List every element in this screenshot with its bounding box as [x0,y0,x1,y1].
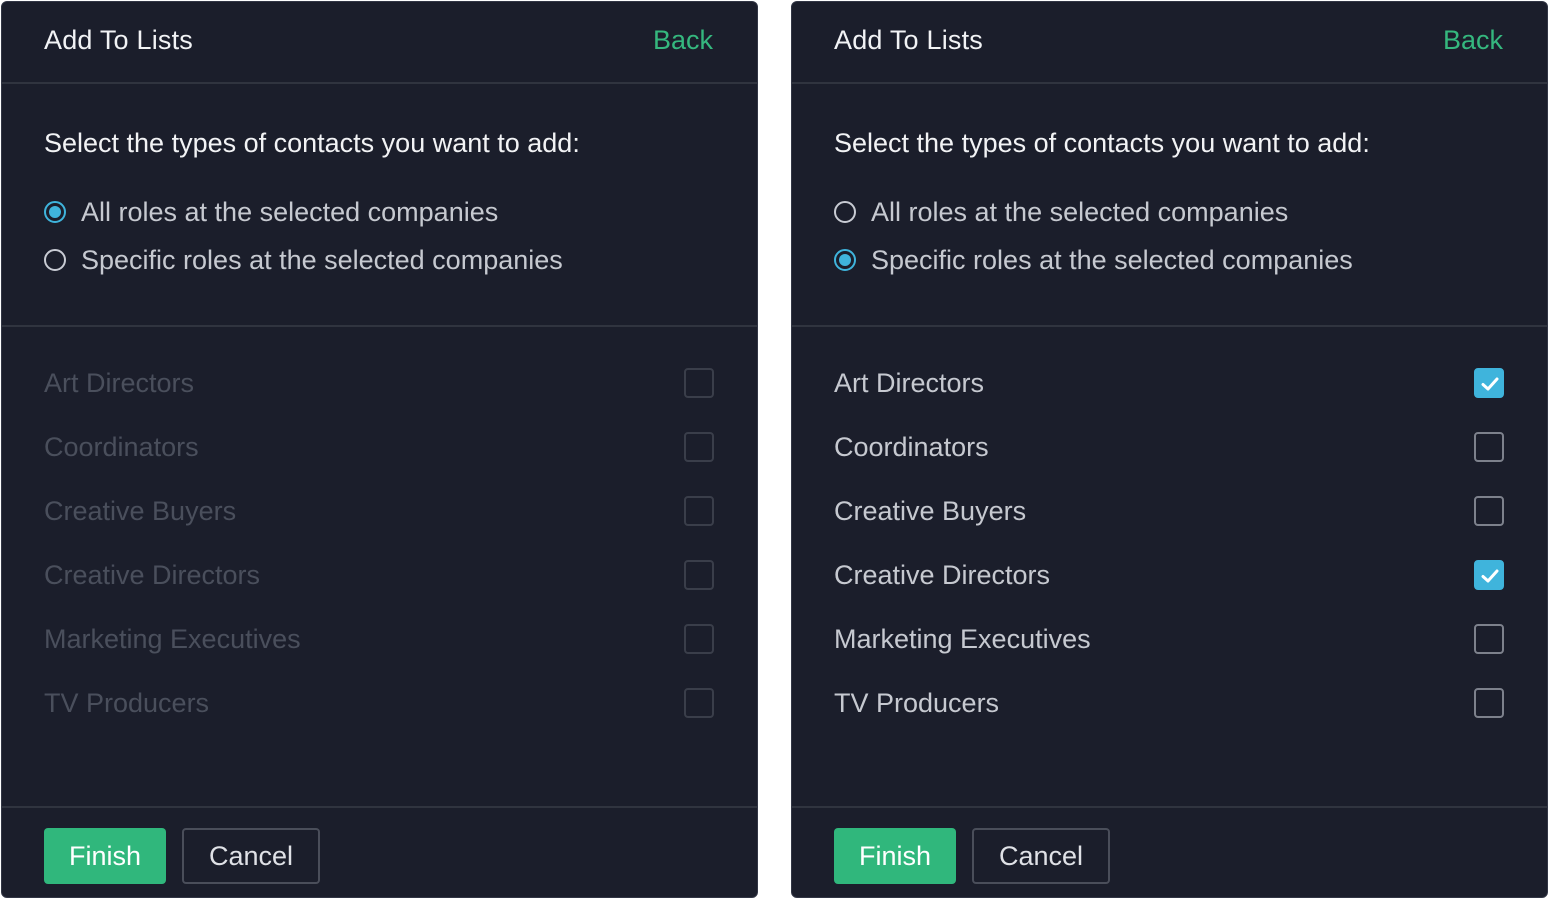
role-row-creative-directors: Creative Directors [44,558,714,592]
role-row-tv-producers: TV Producers [44,686,714,720]
role-label: Coordinators [44,431,199,462]
radio-button-selected[interactable] [44,201,66,223]
role-row-marketing-executives[interactable]: Marketing Executives [834,622,1504,656]
radio-specific-roles-label: Specific roles at the selected companies [871,244,1353,275]
add-to-lists-panel-all-roles: Add To Lists Back Select the types of co… [1,1,758,898]
role-checkbox-checked[interactable] [1474,560,1504,590]
role-label: Marketing Executives [834,623,1091,654]
panel-title: Add To Lists [834,25,983,55]
role-label: Coordinators [834,431,989,462]
contact-type-prompt: Select the types of contacts you want to… [44,128,580,158]
radio-all-roles-label: All roles at the selected companies [81,196,499,227]
role-row-creative-buyers: Creative Buyers [44,494,714,528]
finish-button[interactable]: Finish [834,828,956,884]
radio-specific-roles[interactable]: Specific roles at the selected companies [44,243,563,277]
radio-specific-roles[interactable]: Specific roles at the selected companies [834,243,1353,277]
finish-button[interactable]: Finish [44,828,166,884]
role-label: Art Directors [834,367,985,398]
panel-footer: Finish Cancel [2,806,757,897]
role-checkbox[interactable] [1474,688,1504,718]
role-row-art-directors[interactable]: Art Directors [834,366,1504,400]
roles-list: Art Directors Coordinators Creative Buye… [2,327,757,807]
role-checkbox [684,432,714,462]
panel-footer: Finish Cancel [792,806,1547,897]
roles-list: Art Directors Coordinators Creative Buye… [792,327,1547,807]
role-label: Creative Directors [834,559,1051,590]
contact-type-section: Select the types of contacts you want to… [792,84,1547,327]
radio-all-roles-label: All roles at the selected companies [871,196,1289,227]
add-to-lists-panel-specific-roles: Add To Lists Back Select the types of co… [791,1,1548,898]
radio-button[interactable] [834,201,856,223]
role-row-coordinators: Coordinators [44,430,714,464]
role-row-art-directors: Art Directors [44,366,714,400]
role-checkbox[interactable] [1474,624,1504,654]
role-row-creative-directors[interactable]: Creative Directors [834,558,1504,592]
cancel-button[interactable]: Cancel [972,828,1110,884]
checkmark-icon [1481,569,1499,583]
role-label: TV Producers [834,687,1000,718]
role-label: Creative Buyers [44,495,237,526]
radio-button[interactable] [44,249,66,271]
role-checkbox [684,368,714,398]
contact-type-prompt: Select the types of contacts you want to… [834,128,1370,158]
role-checkbox-checked[interactable] [1474,368,1504,398]
cancel-button[interactable]: Cancel [182,828,320,884]
role-label: Creative Buyers [834,495,1027,526]
radio-all-roles[interactable]: All roles at the selected companies [44,195,498,229]
contact-type-section: Select the types of contacts you want to… [2,84,757,327]
role-row-marketing-executives: Marketing Executives [44,622,714,656]
role-checkbox[interactable] [1474,496,1504,526]
panel-title: Add To Lists [44,25,193,55]
role-checkbox[interactable] [1474,432,1504,462]
role-checkbox [684,688,714,718]
panel-header: Add To Lists Back [792,2,1547,84]
panel-header: Add To Lists Back [2,2,757,84]
role-row-tv-producers[interactable]: TV Producers [834,686,1504,720]
role-row-creative-buyers[interactable]: Creative Buyers [834,494,1504,528]
role-label: Art Directors [44,367,195,398]
radio-specific-roles-label: Specific roles at the selected companies [81,244,563,275]
role-label: Creative Directors [44,559,261,590]
role-row-coordinators[interactable]: Coordinators [834,430,1504,464]
role-label: Marketing Executives [44,623,301,654]
radio-button-selected[interactable] [834,249,856,271]
radio-all-roles[interactable]: All roles at the selected companies [834,195,1288,229]
back-link[interactable]: Back [1443,25,1503,56]
back-link[interactable]: Back [653,25,713,56]
role-checkbox [684,560,714,590]
role-checkbox [684,624,714,654]
role-label: TV Producers [44,687,210,718]
role-checkbox [684,496,714,526]
checkmark-icon [1481,377,1499,391]
